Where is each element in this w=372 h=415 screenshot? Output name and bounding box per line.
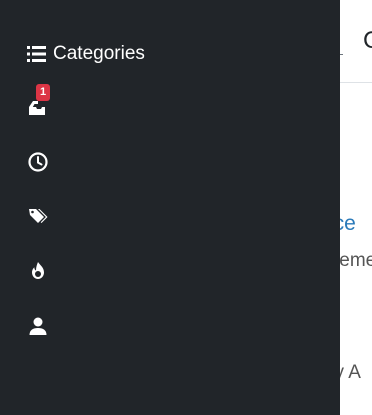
sidebar-item-recent[interactable] (20, 144, 56, 180)
list-icon (27, 46, 46, 62)
page-title: C (363, 27, 372, 54)
sidebar-title-label: Categories (53, 43, 145, 64)
sidebar-title[interactable]: Categories (27, 41, 145, 67)
sidebar-item-tags[interactable] (20, 198, 56, 234)
sidebar-item-popular[interactable] (20, 253, 56, 289)
fire-icon (32, 262, 44, 279)
clock-icon (28, 152, 48, 172)
unread-count-badge: 1 (36, 84, 50, 101)
sidebar: Categories 1 (0, 0, 340, 415)
sidebar-item-unread[interactable]: 1 (20, 84, 56, 126)
sidebar-item-user[interactable] (20, 308, 56, 344)
tags-icon (29, 209, 48, 223)
user-icon (29, 317, 47, 335)
